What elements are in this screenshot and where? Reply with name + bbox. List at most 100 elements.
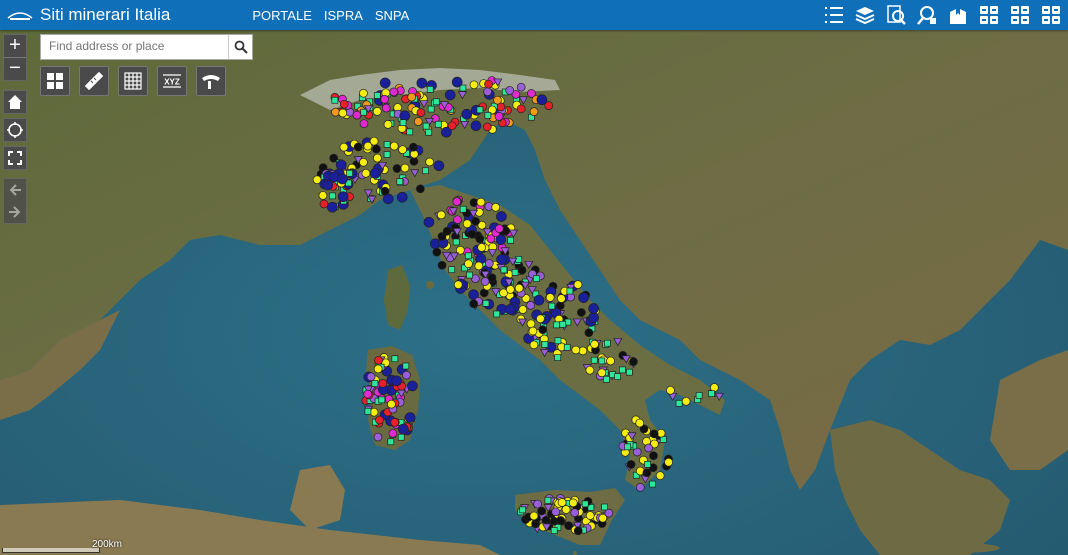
layers-icon[interactable] (852, 2, 878, 28)
mining-site-marker[interactable] (469, 80, 479, 90)
mining-site-marker[interactable] (391, 355, 399, 363)
mining-site-marker[interactable] (426, 86, 434, 93)
basemap-gallery-button[interactable] (40, 66, 70, 96)
mining-site-marker[interactable] (364, 407, 372, 415)
zoom-in-button[interactable]: + (4, 35, 26, 57)
mining-site-marker[interactable] (518, 305, 528, 314)
mining-site-marker[interactable] (573, 526, 583, 536)
mining-site-marker[interactable] (644, 461, 651, 468)
mining-site-marker[interactable] (383, 151, 391, 158)
mining-site-marker[interactable] (538, 325, 548, 335)
mining-site-marker[interactable] (380, 94, 389, 104)
mining-site-marker[interactable] (536, 314, 545, 324)
mining-site-marker[interactable] (337, 173, 348, 185)
mining-site-marker[interactable] (474, 261, 484, 271)
mining-site-marker[interactable] (681, 396, 691, 406)
mining-site-marker[interactable] (606, 356, 615, 366)
mining-site-marker[interactable] (359, 157, 368, 167)
mining-site-marker[interactable] (561, 505, 571, 514)
mining-site-marker[interactable] (590, 356, 598, 364)
mining-site-marker[interactable] (380, 186, 390, 196)
mining-site-marker[interactable] (396, 191, 408, 203)
mining-site-marker[interactable] (526, 319, 536, 329)
mining-site-marker[interactable] (373, 153, 382, 163)
mining-site-marker[interactable] (545, 293, 555, 302)
mining-site-marker[interactable] (557, 294, 566, 303)
mining-site-marker[interactable] (548, 302, 556, 310)
mining-site-marker[interactable] (666, 385, 675, 395)
mining-site-marker[interactable] (571, 345, 581, 355)
mining-site-marker[interactable] (387, 438, 395, 446)
mining-site-marker[interactable] (452, 197, 462, 206)
mining-site-marker[interactable] (578, 292, 589, 303)
mining-site-marker[interactable] (584, 328, 594, 338)
mining-site-marker[interactable] (353, 142, 363, 152)
mining-site-marker[interactable] (331, 96, 339, 104)
mining-site-marker[interactable] (322, 179, 334, 191)
mining-site-marker[interactable] (425, 157, 434, 167)
mining-site-marker[interactable] (629, 357, 638, 366)
mining-site-marker[interactable] (581, 500, 589, 508)
mining-site-marker[interactable] (448, 266, 456, 274)
mining-site-marker[interactable] (588, 303, 600, 314)
mining-site-marker[interactable] (537, 506, 547, 516)
xyz-coordinates-button[interactable]: XYZ (157, 66, 187, 96)
mining-site-marker[interactable] (526, 300, 535, 310)
zoom-out-button[interactable]: − (4, 58, 26, 80)
mining-site-marker[interactable] (338, 108, 348, 118)
mining-site-marker[interactable] (388, 428, 398, 438)
mining-site-marker[interactable] (452, 238, 460, 246)
mining-site-marker[interactable] (551, 507, 561, 517)
mining-site-marker[interactable] (397, 433, 405, 441)
mining-site-marker[interactable] (373, 432, 383, 442)
mining-site-marker[interactable] (493, 95, 502, 105)
mining-site-marker[interactable] (407, 380, 418, 392)
mining-site-marker[interactable] (529, 340, 539, 350)
mining-site-marker[interactable] (482, 299, 490, 307)
mining-site-marker[interactable] (484, 79, 493, 89)
measure-button[interactable] (79, 66, 109, 96)
mining-site-marker[interactable] (563, 344, 571, 351)
mining-site-marker[interactable] (413, 117, 423, 126)
mining-site-marker[interactable] (708, 390, 715, 397)
query-icon[interactable] (883, 2, 909, 28)
mining-site-marker[interactable] (517, 265, 527, 275)
mining-site-marker[interactable] (398, 145, 407, 155)
mining-site-marker[interactable] (359, 119, 369, 129)
mining-site-marker[interactable] (378, 379, 388, 388)
mining-site-marker[interactable] (402, 370, 411, 380)
home-button[interactable] (3, 90, 27, 114)
mining-site-marker[interactable] (570, 508, 580, 518)
mining-site-marker[interactable] (442, 226, 452, 236)
mining-site-marker[interactable] (504, 303, 516, 315)
mining-site-marker[interactable] (619, 366, 626, 374)
mining-site-marker[interactable] (378, 396, 386, 404)
mining-site-marker[interactable] (585, 511, 595, 520)
mining-site-marker[interactable] (434, 120, 442, 128)
mining-site-marker[interactable] (601, 503, 608, 511)
mining-site-marker[interactable] (624, 443, 632, 451)
locate-button[interactable] (3, 118, 27, 142)
mining-site-marker[interactable] (381, 103, 391, 113)
mining-site-marker[interactable] (399, 119, 407, 127)
mining-site-marker[interactable] (339, 99, 349, 109)
mining-site-marker[interactable] (480, 277, 490, 286)
mining-site-marker[interactable] (528, 326, 538, 336)
mining-site-marker[interactable] (675, 399, 683, 407)
nav-link-portale[interactable]: PORTALE (252, 8, 311, 23)
mining-site-marker[interactable] (644, 443, 653, 453)
mining-site-marker[interactable] (346, 169, 353, 177)
mining-site-marker[interactable] (491, 202, 501, 212)
mining-site-marker[interactable] (568, 498, 578, 508)
mining-site-marker[interactable] (695, 392, 703, 399)
mining-site-marker[interactable] (553, 321, 560, 329)
mining-site-marker[interactable] (409, 142, 418, 152)
mining-site-marker[interactable] (361, 168, 371, 178)
mining-site-marker[interactable] (339, 142, 349, 152)
mining-site-marker[interactable] (387, 399, 396, 409)
mining-site-marker[interactable] (319, 199, 329, 209)
mining-site-marker[interactable] (436, 210, 446, 220)
mining-site-marker[interactable] (588, 312, 599, 323)
nav-link-snpa[interactable]: SNPA (375, 8, 409, 23)
mining-site-marker[interactable] (566, 287, 574, 295)
